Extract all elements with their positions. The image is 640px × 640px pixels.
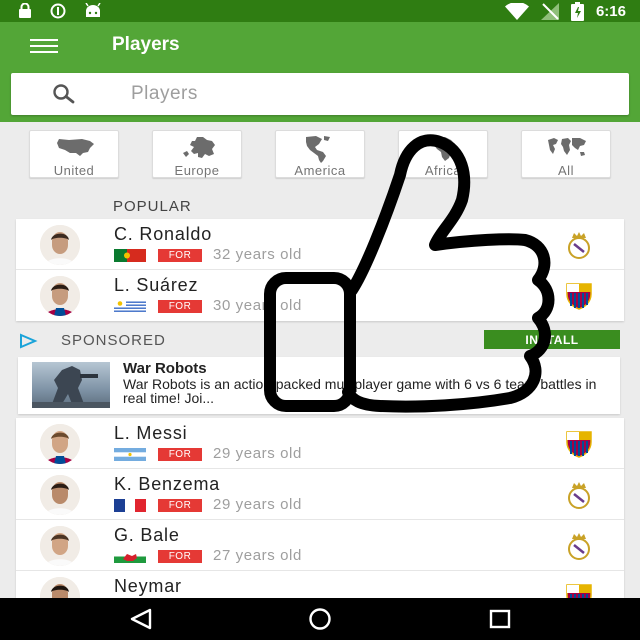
list-item[interactable]: K. Benzema FOR 29 years old (16, 469, 624, 520)
page-title: Players (112, 34, 180, 55)
ad-title: War Robots (123, 360, 207, 377)
avatar (40, 225, 80, 265)
ad-description: War Robots is an action-packed multiplay… (123, 376, 597, 406)
real-madrid-crest-icon (568, 232, 590, 259)
player-age: 32 years old (213, 246, 302, 263)
player-name: L. Suárez (114, 275, 199, 295)
wifi-icon (504, 3, 529, 20)
recents-icon[interactable] (488, 608, 512, 630)
region-label: America (294, 163, 346, 178)
list-item[interactable]: G. Bale FOR 27 years old (16, 520, 624, 571)
position-badge: FOR (158, 550, 202, 563)
avatar (40, 276, 80, 316)
region-filters: United Europe America Africa All (0, 130, 640, 180)
world-map-icon (548, 138, 586, 156)
position-badge: FOR (158, 300, 202, 313)
argentina-flag-icon (114, 448, 146, 461)
uruguay-flag-icon (114, 300, 146, 313)
ad-choices-icon[interactable] (18, 333, 40, 349)
list-item[interactable]: C. Ronaldo FOR 32 years old (16, 219, 624, 270)
europe-map-icon (183, 137, 215, 158)
americas-map-icon (306, 136, 330, 163)
status-time: 6:16 (595, 3, 626, 20)
player-name: K. Benzema (114, 474, 221, 494)
us-map-icon (57, 139, 94, 156)
barcelona-crest-icon (566, 584, 592, 598)
region-label: Africa (424, 163, 462, 178)
search-input[interactable] (131, 81, 601, 107)
data-saver-icon (50, 3, 66, 19)
region-label: Europe (174, 163, 220, 178)
sponsored-label: SPONSORED (61, 332, 166, 349)
region-united[interactable]: United (29, 130, 119, 178)
avatar (40, 526, 80, 566)
portugal-flag-icon (114, 249, 146, 262)
region-label: United (53, 163, 95, 178)
region-label: All (558, 163, 574, 178)
no-signal-icon (540, 3, 559, 20)
system-nav-bar (0, 598, 640, 640)
player-name: C. Ronaldo (114, 224, 213, 244)
player-name: G. Bale (114, 525, 180, 545)
lock-icon (19, 3, 31, 18)
position-badge: FOR (158, 499, 202, 512)
search-icon (53, 84, 75, 104)
list-item[interactable]: L. Messi FOR 29 years old (16, 418, 624, 469)
barcelona-crest-icon (566, 283, 592, 310)
hamburger-icon[interactable] (30, 39, 58, 53)
region-europe[interactable]: Europe (152, 130, 242, 178)
back-icon[interactable] (128, 608, 154, 630)
popular-list: C. Ronaldo FOR 32 years old L. Suárez FO… (16, 219, 624, 321)
ad-thumbnail (32, 362, 110, 408)
position-badge: FOR (158, 448, 202, 461)
app-bar: Players (0, 22, 640, 122)
android-icon (85, 3, 101, 17)
battery-icon (570, 2, 584, 21)
player-age: 29 years old (213, 445, 302, 462)
ad-card[interactable]: War Robots War Robots is an action-packe… (18, 357, 620, 414)
wales-flag-icon (114, 550, 146, 563)
sponsored-header: SPONSORED INSTALL (0, 330, 640, 352)
players-list: L. Messi FOR 29 years old K. Benzema FOR… (16, 418, 624, 598)
player-age: 29 years old (213, 496, 302, 513)
install-button[interactable]: INSTALL (484, 330, 620, 349)
player-age: 30 years old (213, 297, 302, 314)
france-flag-icon (114, 499, 146, 512)
home-icon[interactable] (306, 608, 334, 630)
list-item[interactable]: L. Suárez FOR 30 years old (16, 270, 624, 321)
region-all[interactable]: All (521, 130, 611, 178)
position-badge: FOR (158, 249, 202, 262)
barcelona-crest-icon (566, 431, 592, 458)
avatar (40, 424, 80, 464)
player-name: Neymar (114, 576, 182, 596)
africa-map-icon (434, 137, 455, 161)
player-name: L. Messi (114, 423, 188, 443)
real-madrid-crest-icon (568, 482, 590, 509)
real-madrid-crest-icon (568, 533, 590, 560)
status-bar: 6:16 (0, 0, 640, 22)
region-america[interactable]: America (275, 130, 365, 178)
avatar (40, 577, 80, 598)
list-item[interactable]: Neymar (16, 571, 624, 598)
player-age: 27 years old (213, 547, 302, 564)
section-heading-popular: POPULAR (113, 198, 192, 215)
region-africa[interactable]: Africa (398, 130, 488, 178)
avatar (40, 475, 80, 515)
search-bar[interactable] (11, 73, 629, 115)
